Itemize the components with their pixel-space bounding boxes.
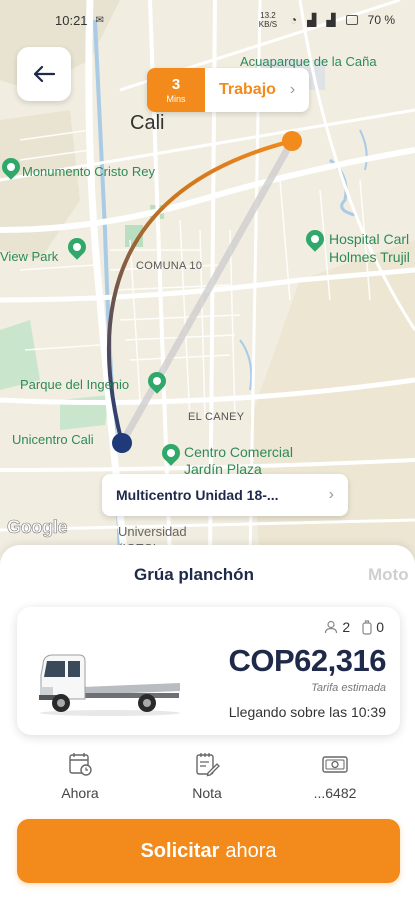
price-note: Tarifa estimada bbox=[311, 682, 386, 694]
option-schedule[interactable]: Ahora bbox=[30, 751, 130, 801]
arrow-left-icon bbox=[33, 65, 55, 83]
status-time: 10:21 bbox=[55, 12, 88, 28]
map-label-monumento: Monumento Cristo Rey bbox=[22, 164, 155, 179]
request-now-button[interactable]: Solicitar ahora bbox=[17, 819, 400, 883]
option-schedule-label: Ahora bbox=[61, 785, 99, 801]
battery-level: 70 % bbox=[367, 13, 395, 27]
wifi-icon: ◔ bbox=[289, 13, 298, 27]
destination-marker bbox=[282, 131, 302, 151]
origin-marker bbox=[112, 433, 132, 453]
map-label-el-caney: EL CANEY bbox=[188, 411, 245, 423]
back-button[interactable] bbox=[17, 47, 71, 101]
option-payment[interactable]: ...6482 bbox=[285, 751, 385, 801]
google-logo: Google bbox=[7, 517, 68, 538]
service-tabs: Grúa planchón Moto bbox=[0, 565, 415, 589]
eta-value: 3 bbox=[171, 75, 181, 93]
map-label-centro-comercial-1: Centro Comercial bbox=[184, 444, 293, 460]
origin-name: Multicentro Unidad 18-... bbox=[116, 487, 279, 503]
map-label-parque-ingenio: Parque del Ingenio bbox=[20, 377, 130, 392]
map-label-cali: Cali bbox=[130, 112, 165, 134]
origin-tag[interactable]: Multicentro Unidad 18-... › bbox=[102, 474, 348, 516]
status-bar: 10:21 ✉ 13.2 KB/S ◔ ▟ ▟ 70 % bbox=[0, 0, 415, 40]
destination-name: Trabajo bbox=[219, 81, 276, 98]
request-now-bold: Solicitar bbox=[140, 839, 220, 862]
luggage-icon bbox=[362, 619, 372, 635]
tab-grua-planchon[interactable]: Grúa planchón bbox=[134, 565, 254, 585]
flatbed-truck-image bbox=[39, 654, 180, 716]
calendar-clock-icon bbox=[69, 753, 92, 776]
passenger-count: 2 bbox=[342, 619, 351, 635]
tab-moto[interactable]: Moto bbox=[368, 565, 409, 585]
trip-options: Ahora Nota ...6482 bbox=[0, 751, 415, 811]
luggage-count: 0 bbox=[376, 619, 384, 635]
chevron-right-icon: › bbox=[328, 486, 334, 503]
cash-icon bbox=[322, 756, 348, 773]
map-label-hospital-2: Holmes Trujil bbox=[329, 249, 410, 265]
request-now-rest: ahora bbox=[225, 839, 277, 862]
map-label-hospital-1: Hospital Carl bbox=[329, 231, 410, 247]
data-rate: 13.2 KB/S bbox=[258, 11, 278, 29]
booking-sheet: Grúa planchón Moto 2 0 COP62,316 Tarifa … bbox=[0, 545, 415, 900]
map-label-comuna: COMUNA 10 bbox=[136, 260, 203, 272]
map-view[interactable]: Acuaparque de la Caña Cali Monumento Cri… bbox=[0, 0, 415, 560]
option-payment-label: ...6482 bbox=[313, 785, 357, 801]
arrival-time: Llegando sobre las 10:39 bbox=[228, 704, 386, 720]
chevron-right-icon: › bbox=[289, 81, 296, 98]
note-edit-icon bbox=[196, 753, 220, 777]
eta-unit: Mins bbox=[166, 93, 186, 104]
map-label-acuaparque: Acuaparque de la Caña bbox=[240, 54, 377, 69]
capacity-info: 2 0 bbox=[324, 619, 384, 635]
service-card[interactable]: 2 0 COP62,316 Tarifa estimada Llegando s… bbox=[17, 607, 400, 735]
battery-icon bbox=[345, 15, 358, 25]
option-note-label: Nota bbox=[192, 785, 222, 801]
map-label-view-park: View Park bbox=[0, 249, 59, 264]
destination-tag[interactable]: 3 Mins Trabajo › bbox=[147, 68, 310, 112]
destination-eta: 3 Mins bbox=[147, 68, 205, 112]
notification-icon: ✉ bbox=[95, 14, 104, 26]
estimated-price: COP62,316 bbox=[228, 643, 387, 678]
map-label-universidad-1: Universidad bbox=[118, 524, 187, 539]
signal-icon-2: ▟ bbox=[326, 13, 336, 27]
option-note[interactable]: Nota bbox=[157, 751, 257, 801]
map-label-unicentro: Unicentro Cali bbox=[12, 432, 94, 447]
person-icon bbox=[325, 620, 338, 634]
signal-icon: ▟ bbox=[307, 13, 317, 27]
